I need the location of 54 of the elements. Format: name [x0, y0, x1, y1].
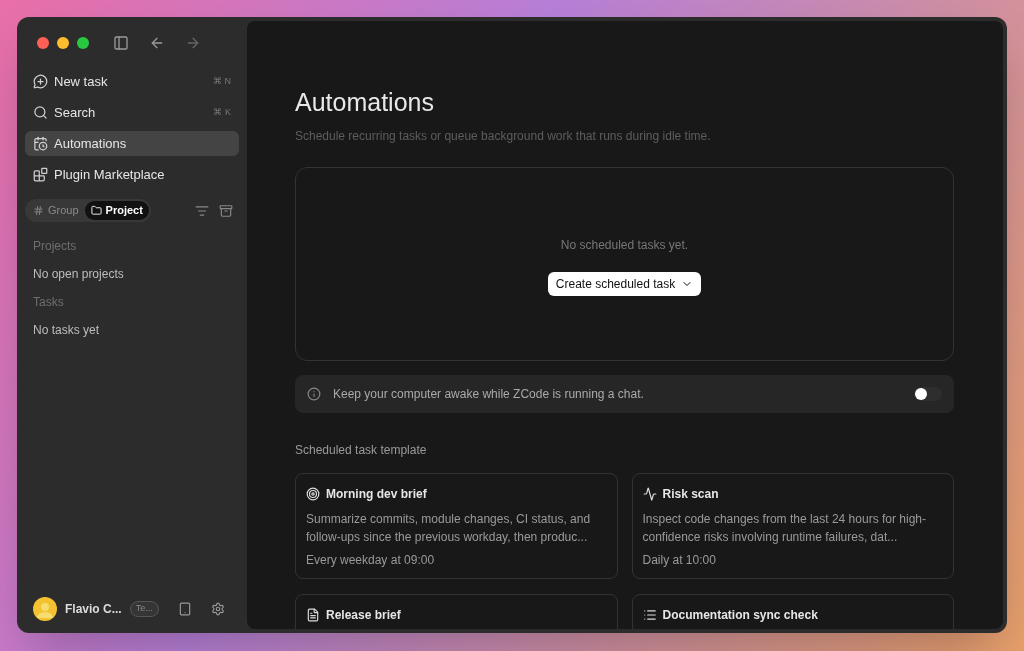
template-card[interactable]: Documentation sync check: [631, 594, 954, 629]
grouping-option[interactable]: Project: [84, 201, 149, 220]
empty-message: No tasks yet: [32, 322, 101, 339]
section-heading: Projects: [32, 238, 78, 255]
section-heading: Scheduled task template: [295, 442, 428, 459]
template-description: Summarize commits, module changes, CI status, and follow-ups since the previous workday, then produc...: [306, 511, 592, 546]
empty-message: No open projects: [32, 266, 125, 283]
user-name: Flavio C...: [65, 601, 122, 618]
nav-item[interactable]: Automations: [25, 131, 239, 156]
tablet-icon[interactable]: [178, 602, 192, 616]
folder-icon: [90, 205, 102, 216]
create-task-button[interactable]: Create scheduled task: [547, 272, 702, 296]
shortcut-hint: ⌘ K: [213, 105, 231, 119]
minimize-window-button[interactable]: [57, 37, 69, 49]
template-title: Release brief: [326, 607, 401, 624]
template-title: Documentation sync check: [662, 607, 818, 624]
hash-icon: [33, 205, 44, 216]
info-icon: [307, 387, 321, 401]
template-description: Inspect code changes from the last 24 hours for high-confidence risks involving runtime failures, dat...: [642, 511, 927, 546]
page-title: Automations: [295, 87, 435, 117]
nav-item[interactable]: Search ⌘ K: [25, 100, 239, 125]
settings-icon[interactable]: [211, 602, 225, 616]
shortcut-hint: ⌘ N: [213, 74, 231, 88]
back-icon[interactable]: [149, 35, 165, 51]
template-card[interactable]: Morning dev brief Summarize commits, module changes, CI status, and follow-ups since the previous workday, then produc... Every weekday at 09:00: [295, 473, 618, 579]
new-chat-icon: [33, 74, 48, 89]
archive-icon[interactable]: [219, 203, 233, 218]
template-schedule: Daily at 10:00: [642, 552, 717, 569]
nav-item[interactable]: Plugin Marketplace: [25, 162, 239, 187]
template-schedule: Every weekday at 09:00: [306, 552, 436, 569]
avatar: [33, 597, 57, 621]
target-icon: [306, 487, 320, 501]
empty-message: No scheduled tasks yet.: [560, 237, 689, 254]
filter-icon[interactable]: [195, 203, 209, 218]
section-heading: Tasks: [32, 294, 65, 311]
sidebar-toggle-icon[interactable]: [113, 35, 129, 51]
page-subtitle: Schedule recurring tasks or queue background work that runs during idle time.: [295, 128, 712, 145]
plan-badge: Te...: [129, 601, 159, 617]
template-title: Risk scan: [662, 486, 719, 503]
template-card[interactable]: Release brief: [295, 594, 618, 629]
calendar-clock-icon: [33, 136, 48, 151]
search-icon: [33, 105, 48, 120]
document-icon: [306, 608, 320, 622]
pulse-icon: [642, 487, 657, 501]
list-icon: [642, 608, 657, 622]
blocks-icon: [33, 167, 48, 182]
forward-icon[interactable]: [185, 35, 201, 51]
template-card[interactable]: Risk scan Inspect code changes from the last 24 hours for high-confidence risks involving runtime failures, dat... Daily at 10:00: [631, 473, 954, 579]
zoom-window-button[interactable]: [77, 37, 89, 49]
keep-awake-text: Keep your computer awake while ZCode is running a chat.: [333, 386, 645, 403]
template-title: Morning dev brief: [326, 486, 427, 503]
close-window-button[interactable]: [37, 37, 49, 49]
nav-item[interactable]: New task ⌘ N: [25, 69, 239, 94]
toggle-switch[interactable]: [914, 387, 942, 401]
